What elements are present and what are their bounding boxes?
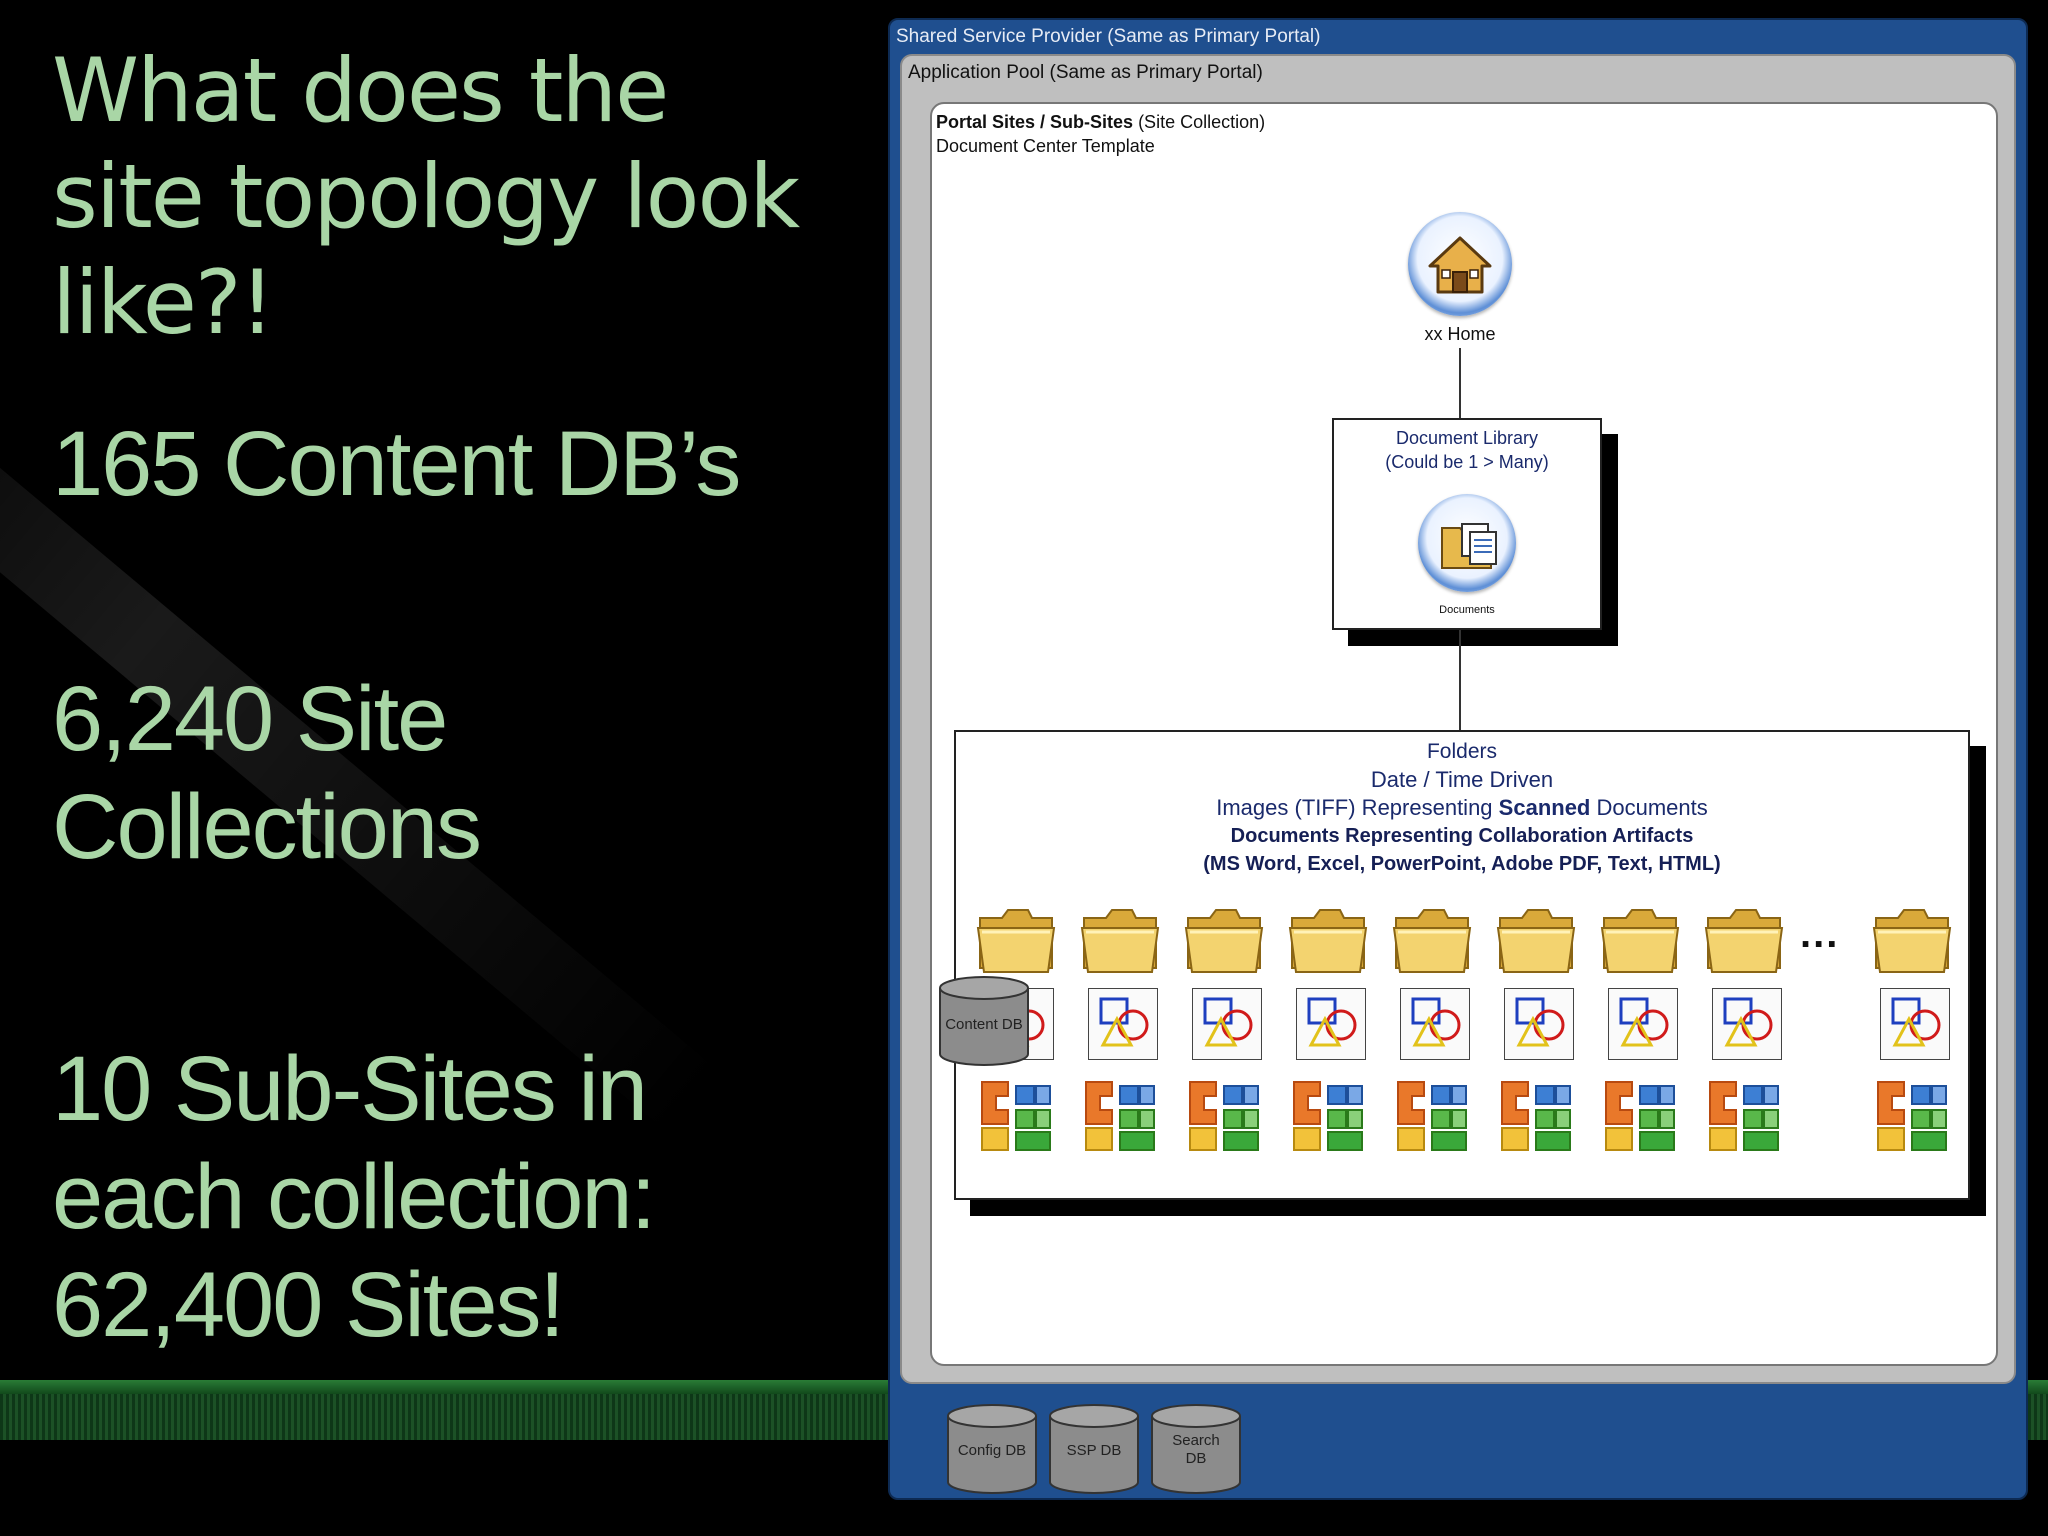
office-icon [1184,1076,1264,1156]
office-icon [1288,1076,1368,1156]
folder-icon [974,896,1058,980]
folders-line2: Date / Time Driven [1370,767,1554,792]
folders-line1: Folders [1426,740,1498,763]
documents-icon [1418,494,1516,592]
portal-label-bold: Portal Sites / Sub-Sites [936,112,1134,132]
office-icon [1704,1076,1784,1156]
folder-icon [1494,896,1578,980]
ssp-db: SSP DB [1048,1404,1140,1496]
content-db: Content DB [938,976,1030,1068]
doclib-line1: Document Library [1395,428,1539,448]
document-library-box: Document Library (Could be 1 > Many) Doc… [1332,418,1602,630]
config-db: Config DB [946,1404,1038,1496]
house-icon [1408,212,1512,316]
config-db-label: Config DB [957,1442,1027,1459]
doclib-line2: (Could be 1 > Many) [1385,452,1549,472]
portal-template-label: Document Center Template [936,136,1155,156]
shapes-icon [1608,988,1678,1060]
slide-title: What does the site topology look like?! [52,39,800,354]
shapes-icon [1880,988,1950,1060]
shapes-icon [1400,988,1470,1060]
folders-line3: Images (TIFF) Representing Scanned Docum… [956,794,1968,822]
portal-label-rest: (Site Collection) [1133,112,1266,132]
ellipsis-more-folders: ... [1800,912,1840,956]
portal-sites-container: Portal Sites / Sub-Sites (Site Collectio… [930,102,1998,1366]
folders-line5: (MS Word, Excel, PowerPoint, Adobe PDF, … [1203,853,1721,875]
folders-line3-pre: Images (TIFF) Representing [1216,795,1499,820]
office-icon [1496,1076,1576,1156]
shapes-icon [1712,988,1782,1060]
shared-service-provider-container: Shared Service Provider (Same as Primary… [888,18,2028,1500]
folder-icon [1182,896,1266,980]
folders-line3-bold: Scanned [1498,795,1591,820]
folder-icon [1702,896,1786,980]
ssp-db-label: SSP DB [1066,1442,1122,1459]
office-icon [1872,1076,1952,1156]
ssp-label: Shared Service Provider (Same as Primary… [896,26,1321,47]
search-db: Search DB [1150,1404,1242,1496]
office-icon [976,1076,1056,1156]
content-db-label: Content DB [945,1016,1023,1033]
shapes-icon [1192,988,1262,1060]
documents-caption: Documents [1439,604,1495,616]
folder-icon [1598,896,1682,980]
folder-icon [1870,896,1954,980]
shapes-icon [1088,988,1158,1060]
portal-label: Portal Sites / Sub-Sites (Site Collectio… [936,110,1265,158]
folders-box: Folders Date / Time Driven Images (TIFF)… [954,730,1970,1200]
office-icon [1600,1076,1680,1156]
application-pool-container: Application Pool (Same as Primary Portal… [900,54,2016,1384]
search-db-label: Search DB [1172,1432,1220,1467]
connector-home-doclib [1459,348,1461,418]
office-icon [1080,1076,1160,1156]
app-pool-label: Application Pool (Same as Primary Portal… [908,62,1263,83]
home-caption: xx Home [1424,324,1496,344]
connector-doclib-folders [1459,630,1461,730]
stat-sub-sites: 10 Sub-Sites in each collection: 62,400 … [52,1038,656,1356]
folders-line4: Documents Representing Collaboration Art… [1230,825,1694,847]
shapes-icon [1504,988,1574,1060]
stat-site-collections: 6,240 Site Collections [52,668,482,878]
folder-icon [1078,896,1162,980]
folders-line3-post: Documents [1590,795,1708,820]
folder-icon [1390,896,1474,980]
folder-icon [1286,896,1370,980]
shapes-icon [1296,988,1366,1060]
office-icon [1392,1076,1472,1156]
stat-content-dbs: 165 Content DB’s [52,413,741,515]
folders-description: Folders Date / Time Driven Images (TIFF)… [956,738,1968,878]
